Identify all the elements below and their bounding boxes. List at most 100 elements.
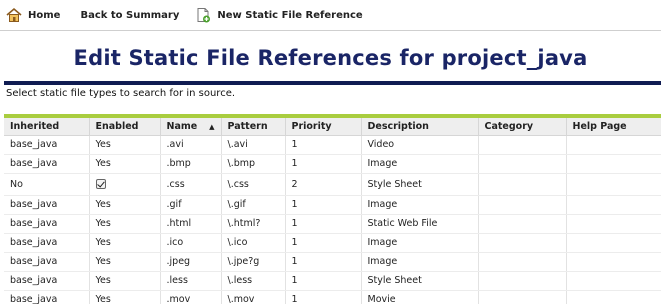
cell-inherited: base_java bbox=[4, 252, 90, 272]
cell-priority: 1 bbox=[285, 135, 362, 155]
cell-inherited: base_java bbox=[4, 271, 90, 291]
table-row[interactable]: base_java Yes .less \.less 1 Style Sheet bbox=[4, 271, 661, 291]
cell-enabled: Yes bbox=[89, 195, 161, 215]
table-row[interactable]: base_java Yes .gif \.gif 1 Image bbox=[4, 195, 661, 215]
instructions-text: Select static file types to search for i… bbox=[6, 88, 236, 99]
cell-inherited: base_java bbox=[4, 233, 90, 253]
cell-category bbox=[478, 233, 567, 253]
table-row[interactable]: base_java Yes .ico \.ico 1 Image bbox=[4, 233, 661, 253]
cell-pattern: \.html? bbox=[221, 214, 286, 234]
cell-help-page bbox=[566, 233, 661, 253]
cell-category bbox=[478, 271, 567, 291]
cell-pattern: \.ico bbox=[221, 233, 286, 253]
cell-name: .bmp bbox=[160, 154, 222, 174]
cell-pattern: \.mov bbox=[221, 290, 286, 304]
table-row[interactable]: base_java Yes .html \.html? 1 Static Web… bbox=[4, 214, 661, 234]
cell-help-page bbox=[566, 290, 661, 304]
cell-inherited: No bbox=[4, 173, 90, 196]
cell-enabled: Yes bbox=[89, 154, 161, 174]
cell-category bbox=[478, 252, 567, 272]
cell-priority: 1 bbox=[285, 271, 362, 291]
cell-name: .less bbox=[160, 271, 222, 291]
cell-description: Image bbox=[361, 195, 479, 215]
title-rule bbox=[4, 81, 661, 85]
cell-enabled: Yes bbox=[89, 252, 161, 272]
cell-category bbox=[478, 173, 567, 196]
back-to-summary-label: Back to Summary bbox=[80, 9, 180, 21]
cell-description: Video bbox=[361, 135, 479, 155]
cell-pattern: \.gif bbox=[221, 195, 286, 215]
new-static-file-reference-label: New Static File Reference bbox=[217, 9, 363, 21]
cell-help-page bbox=[566, 195, 661, 215]
toolbar-divider bbox=[0, 30, 661, 31]
header-name[interactable]: Name ▲ bbox=[160, 118, 222, 136]
header-pattern[interactable]: Pattern bbox=[221, 118, 286, 136]
cell-enabled: Yes bbox=[89, 135, 161, 155]
cell-name: .jpeg bbox=[160, 252, 222, 272]
cell-help-page bbox=[566, 135, 661, 155]
cell-help-page bbox=[566, 154, 661, 174]
toolbar: Home Back to Summary New Static File Ref… bbox=[0, 0, 661, 30]
cell-help-page bbox=[566, 271, 661, 291]
table-header-row: Inherited Enabled Name ▲ Pattern Priorit… bbox=[4, 118, 661, 136]
home-icon bbox=[6, 7, 22, 22]
cell-enabled: Yes bbox=[89, 290, 161, 304]
header-inherited[interactable]: Inherited bbox=[4, 118, 90, 136]
header-category[interactable]: Category bbox=[478, 118, 567, 136]
cell-category bbox=[478, 195, 567, 215]
cell-priority: 1 bbox=[285, 252, 362, 272]
cell-name: .css bbox=[160, 173, 222, 196]
cell-description: Image bbox=[361, 154, 479, 174]
cell-description: Image bbox=[361, 233, 479, 253]
header-priority[interactable]: Priority bbox=[285, 118, 362, 136]
home-link[interactable]: Home bbox=[6, 7, 60, 23]
cell-inherited: base_java bbox=[4, 290, 90, 304]
header-description[interactable]: Description bbox=[361, 118, 479, 136]
cell-priority: 2 bbox=[285, 173, 362, 196]
cell-description: Static Web File bbox=[361, 214, 479, 234]
cell-pattern: \.avi bbox=[221, 135, 286, 155]
enabled-checkbox[interactable] bbox=[95, 179, 106, 189]
cell-inherited: base_java bbox=[4, 154, 90, 174]
header-help-page[interactable]: Help Page bbox=[566, 118, 661, 136]
home-label: Home bbox=[28, 9, 61, 21]
cell-priority: 1 bbox=[285, 195, 362, 215]
cell-inherited: base_java bbox=[4, 195, 90, 215]
cell-inherited: base_java bbox=[4, 214, 90, 234]
cell-enabled: Yes bbox=[89, 271, 161, 291]
cell-priority: 1 bbox=[285, 214, 362, 234]
cell-help-page bbox=[566, 252, 661, 272]
cell-name: .mov bbox=[160, 290, 222, 304]
back-to-summary-link[interactable]: Back to Summary bbox=[80, 10, 179, 21]
new-document-icon bbox=[197, 8, 211, 23]
cell-priority: 1 bbox=[285, 290, 362, 304]
new-static-file-reference-link[interactable]: New Static File Reference bbox=[195, 7, 363, 23]
table-row[interactable]: base_java Yes .mov \.mov 1 Movie bbox=[4, 290, 661, 304]
static-file-references-table: Inherited Enabled Name ▲ Pattern Priorit… bbox=[4, 114, 661, 304]
cell-enabled: Yes bbox=[89, 214, 161, 234]
table-row[interactable]: base_java Yes .bmp \.bmp 1 Image bbox=[4, 154, 661, 174]
cell-name: .html bbox=[160, 214, 222, 234]
table-row[interactable]: base_java Yes .avi \.avi 1 Video bbox=[4, 135, 661, 155]
cell-pattern: \.css bbox=[221, 173, 286, 196]
cell-name: .gif bbox=[160, 195, 222, 215]
cell-category bbox=[478, 214, 567, 234]
table-row[interactable]: base_java Yes .jpeg \.jpe?g 1 Image bbox=[4, 252, 661, 272]
cell-pattern: \.jpe?g bbox=[221, 252, 286, 272]
cell-pattern: \.less bbox=[221, 271, 286, 291]
cell-description: Image bbox=[361, 252, 479, 272]
cell-name: .ico bbox=[160, 233, 222, 253]
header-enabled[interactable]: Enabled bbox=[89, 118, 161, 136]
cell-enabled: Yes bbox=[89, 233, 161, 253]
table-row[interactable]: No .css \.css 2 Style Sheet bbox=[4, 173, 661, 196]
cell-description: Style Sheet bbox=[361, 173, 479, 196]
cell-help-page bbox=[566, 214, 661, 234]
cell-description: Movie bbox=[361, 290, 479, 304]
cell-help-page bbox=[566, 173, 661, 196]
cell-inherited: base_java bbox=[4, 135, 90, 155]
cell-priority: 1 bbox=[285, 233, 362, 253]
cell-name: .avi bbox=[160, 135, 222, 155]
header-name-label: Name bbox=[166, 120, 198, 132]
sort-ascending-icon: ▲ bbox=[209, 122, 215, 131]
cell-category bbox=[478, 135, 567, 155]
